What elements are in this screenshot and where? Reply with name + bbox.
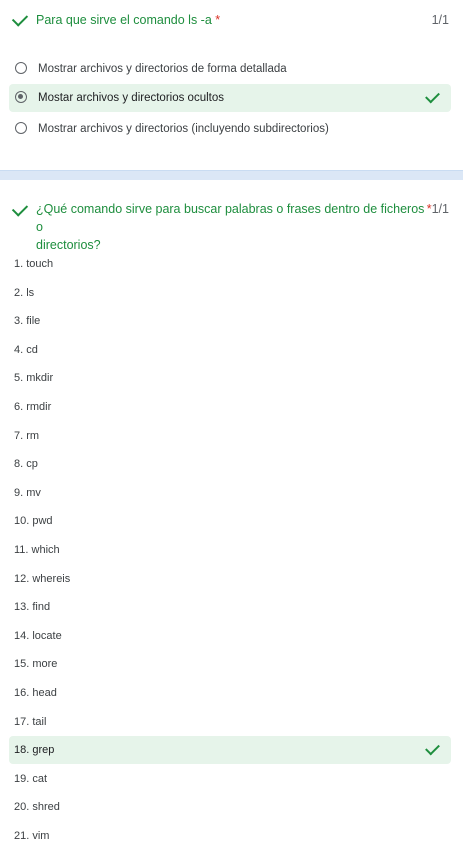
list-item-label: 4. cd xyxy=(14,343,38,356)
list-item: 8. cp xyxy=(9,450,451,478)
correct-check-icon xyxy=(425,740,440,756)
list-item-label: 1. touch xyxy=(14,258,54,270)
list-item: 3. file xyxy=(9,307,451,335)
list-item-label: 5. mkdir xyxy=(14,372,54,385)
option-1[interactable]: Mostrar archivos y directorios de forma … xyxy=(9,55,451,83)
correct-check-icon xyxy=(11,10,29,27)
list-item-label: 9. mv xyxy=(14,486,41,499)
list-item-label: 10. pwd xyxy=(14,515,53,528)
question-1-score: 1/1 xyxy=(431,13,449,27)
option-1-label: Mostrar archivos y directorios de forma … xyxy=(38,63,287,75)
list-item: 5. mkdir xyxy=(9,364,451,392)
question-2-title: ¿Qué comando sirve para buscar palabras … xyxy=(36,200,426,254)
list-item-label: 17. tail xyxy=(14,715,47,728)
list-item: 6. rmdir xyxy=(9,393,451,421)
list-item: 17. tail xyxy=(9,708,451,736)
list-item: 15. more xyxy=(9,650,451,678)
question-card-1: Para que sirve el comando ls -a * 1/1 Mo… xyxy=(0,0,463,170)
list-item: 13. find xyxy=(9,593,451,621)
list-item-label: 2. ls xyxy=(14,286,35,299)
list-item: 10. pwd xyxy=(9,507,451,535)
list-item-label: 6. rmdir xyxy=(14,401,52,413)
list-item-label: 19. cat xyxy=(14,772,48,785)
list-item-label: 12. whereis xyxy=(14,572,71,585)
list-item-label: 3. file xyxy=(14,315,41,328)
list-item: 21. vim xyxy=(9,822,451,850)
list-item-label: 18. grep xyxy=(14,744,55,757)
list-item: 4. cd xyxy=(9,336,451,364)
list-item-correct: 18. grep xyxy=(9,736,451,765)
question-2-title-line-1: ¿Qué comando sirve para buscar palabras … xyxy=(36,202,425,234)
section-separator xyxy=(0,170,463,180)
list-item: 19. cat xyxy=(9,765,451,793)
list-item-label: 14. locate xyxy=(14,629,62,642)
list-item-label: 11. which xyxy=(14,544,60,556)
list-item: 16. head xyxy=(9,679,451,707)
list-item: 20. shred xyxy=(9,793,451,821)
list-item-label: 21. vim xyxy=(14,830,50,842)
radio-unselected-icon[interactable] xyxy=(15,62,27,74)
option-3-label: Mostrar archivos y directorios (incluyen… xyxy=(38,123,329,135)
list-item: 12. whereis xyxy=(9,565,451,593)
required-mark: * xyxy=(215,13,221,27)
list-item: 11. which xyxy=(9,536,451,564)
question-1-title: Para que sirve el comando ls -a * xyxy=(36,13,221,27)
list-item-label: 13. find xyxy=(14,601,51,614)
list-item-label: 7. rm xyxy=(14,429,40,442)
radio-selected-icon[interactable] xyxy=(15,91,27,103)
list-item-label: 15. more xyxy=(14,658,58,671)
correct-check-icon xyxy=(11,200,29,217)
correct-check-icon xyxy=(425,88,440,104)
radio-unselected-icon[interactable] xyxy=(15,122,27,134)
list-item: 14. locate xyxy=(9,622,451,650)
list-item-label: 16. head xyxy=(14,687,57,699)
question-2-score: *1/1 xyxy=(426,202,449,216)
list-item: 2. ls xyxy=(9,279,451,307)
option-2-label: Mostar archivos y directorios ocultos xyxy=(38,92,224,104)
option-3[interactable]: Mostrar archivos y directorios (incluyen… xyxy=(9,115,451,143)
option-2-correct[interactable]: Mostar archivos y directorios ocultos xyxy=(9,84,451,112)
list-item: 9. mv xyxy=(9,479,451,507)
list-item-label: 20. shred xyxy=(14,801,60,814)
list-item: 1. touch xyxy=(9,250,451,278)
question-card-2: ¿Qué comando sirve para buscar palabras … xyxy=(0,180,463,842)
list-item: 7. rm xyxy=(9,422,451,450)
list-item-label: 8. cp xyxy=(14,458,38,471)
